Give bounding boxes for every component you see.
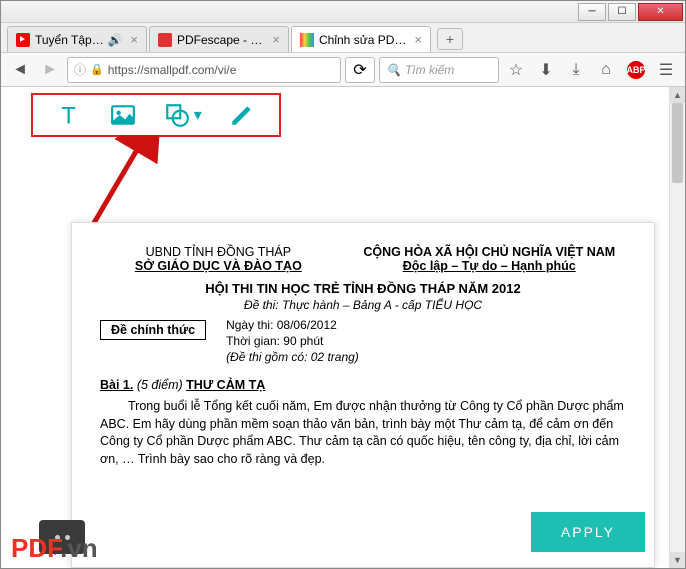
doc-org2: SỞ GIÁO DỤC VÀ ĐÀO TẠO <box>100 259 337 273</box>
page-content: T ▾ UBND TỈNH ĐỒNG THÁP SỞ GIÁO DỤC VÀ Đ… <box>1 87 685 568</box>
doc-motto: Độc lập – Tự do – Hạnh phúc <box>352 259 626 273</box>
tab-smallpdf[interactable]: Chỉnh sửa PDF - Ph × <box>291 26 431 52</box>
tab-close-icon[interactable]: × <box>130 32 138 47</box>
tab-label: Tuyển Tập Nhạc <box>35 33 104 47</box>
minimize-button[interactable]: ─ <box>578 3 606 21</box>
tab-close-icon[interactable]: × <box>272 32 280 47</box>
tab-pdfescape[interactable]: PDFescape - Free P × <box>149 26 289 52</box>
reload-icon: ⟳ <box>353 60 366 80</box>
youtube-icon <box>16 33 30 47</box>
downloads-button[interactable]: ⤓ <box>563 57 589 83</box>
url-text: https://smallpdf.com/vi/e <box>108 63 237 77</box>
bookmark-button[interactable]: ☆ <box>503 57 529 83</box>
search-input[interactable]: 🔍 Tìm kiếm <box>379 57 499 83</box>
new-tab-button[interactable]: + <box>437 28 463 50</box>
url-input[interactable]: ⓘ 🔒 https://smallpdf.com/vi/e <box>67 57 341 83</box>
back-button[interactable]: ◄ <box>7 57 33 83</box>
forward-button[interactable]: ► <box>37 57 63 83</box>
doc-org1: UBND TỈNH ĐỒNG THÁP <box>100 245 337 259</box>
tab-close-icon[interactable]: × <box>414 32 422 47</box>
apply-button[interactable]: APPLY <box>531 512 645 552</box>
menu-button[interactable]: ☰ <box>653 57 679 83</box>
doc-time: Thời gian: 90 phút <box>226 334 359 348</box>
scrollbar[interactable]: ▲ ▼ <box>669 87 685 568</box>
doc-date: Ngày thi: 08/06/2012 <box>226 318 359 332</box>
editor-toolbar: T ▾ <box>31 93 281 137</box>
svg-text:T: T <box>61 103 76 128</box>
pdfescape-icon <box>158 33 172 47</box>
adblock-icon[interactable]: ABP <box>623 57 649 83</box>
smallpdf-icon <box>300 33 314 47</box>
tab-label: PDFescape - Free P <box>177 33 267 47</box>
pocket-button[interactable]: ⬇ <box>533 57 559 83</box>
draw-tool[interactable] <box>229 102 255 128</box>
search-icon: 🔍 <box>386 63 401 77</box>
doc-official-stamp: Đề chính thức <box>100 320 206 340</box>
lock-icon: 🔒 <box>90 63 104 76</box>
maximize-button[interactable]: ☐ <box>608 3 636 21</box>
watermark: PDF.vn <box>11 533 98 564</box>
nav-bar: ◄ ► ⓘ 🔒 https://smallpdf.com/vi/e ⟳ 🔍 Tì… <box>1 53 685 87</box>
search-placeholder: Tìm kiếm <box>405 63 454 77</box>
home-button[interactable]: ⌂ <box>593 57 619 83</box>
doc-subtitle: Đề thi: Thực hành – Bảng A - cấp TIỂU HỌ… <box>100 298 626 312</box>
tab-youtube[interactable]: Tuyển Tập Nhạc 🔊 × <box>7 26 147 52</box>
doc-title: HỘI THI TIN HỌC TRẺ TỈNH ĐỒNG THÁP NĂM 2… <box>100 281 626 296</box>
doc-body-text: Trong buổi lễ Tổng kết cuối năm, Em được… <box>100 398 626 468</box>
refresh-button[interactable]: ⟳ <box>345 57 375 83</box>
doc-exercise-heading: Bài 1. (5 điểm) THƯ CẢM TẠ <box>100 378 626 392</box>
info-icon: ⓘ <box>74 61 86 78</box>
tab-bar: Tuyển Tập Nhạc 🔊 × PDFescape - Free P × … <box>1 23 685 53</box>
window-titlebar: ─ ☐ ✕ <box>1 1 685 23</box>
scroll-up-button[interactable]: ▲ <box>670 87 685 103</box>
doc-pages: (Đề thi gồm có: 02 trang) <box>226 350 359 364</box>
text-tool[interactable]: T <box>57 102 83 128</box>
shape-tool[interactable]: ▾ <box>164 102 202 128</box>
sound-icon: 🔊 <box>107 33 122 47</box>
scroll-down-button[interactable]: ▼ <box>670 552 685 568</box>
doc-nation: CỘNG HÒA XÃ HỘI CHỦ NGHĨA VIỆT NAM <box>352 245 626 259</box>
image-tool[interactable] <box>110 102 136 128</box>
close-button[interactable]: ✕ <box>638 3 683 21</box>
tab-label: Chỉnh sửa PDF - Ph <box>319 33 409 47</box>
scroll-thumb[interactable] <box>672 103 683 183</box>
